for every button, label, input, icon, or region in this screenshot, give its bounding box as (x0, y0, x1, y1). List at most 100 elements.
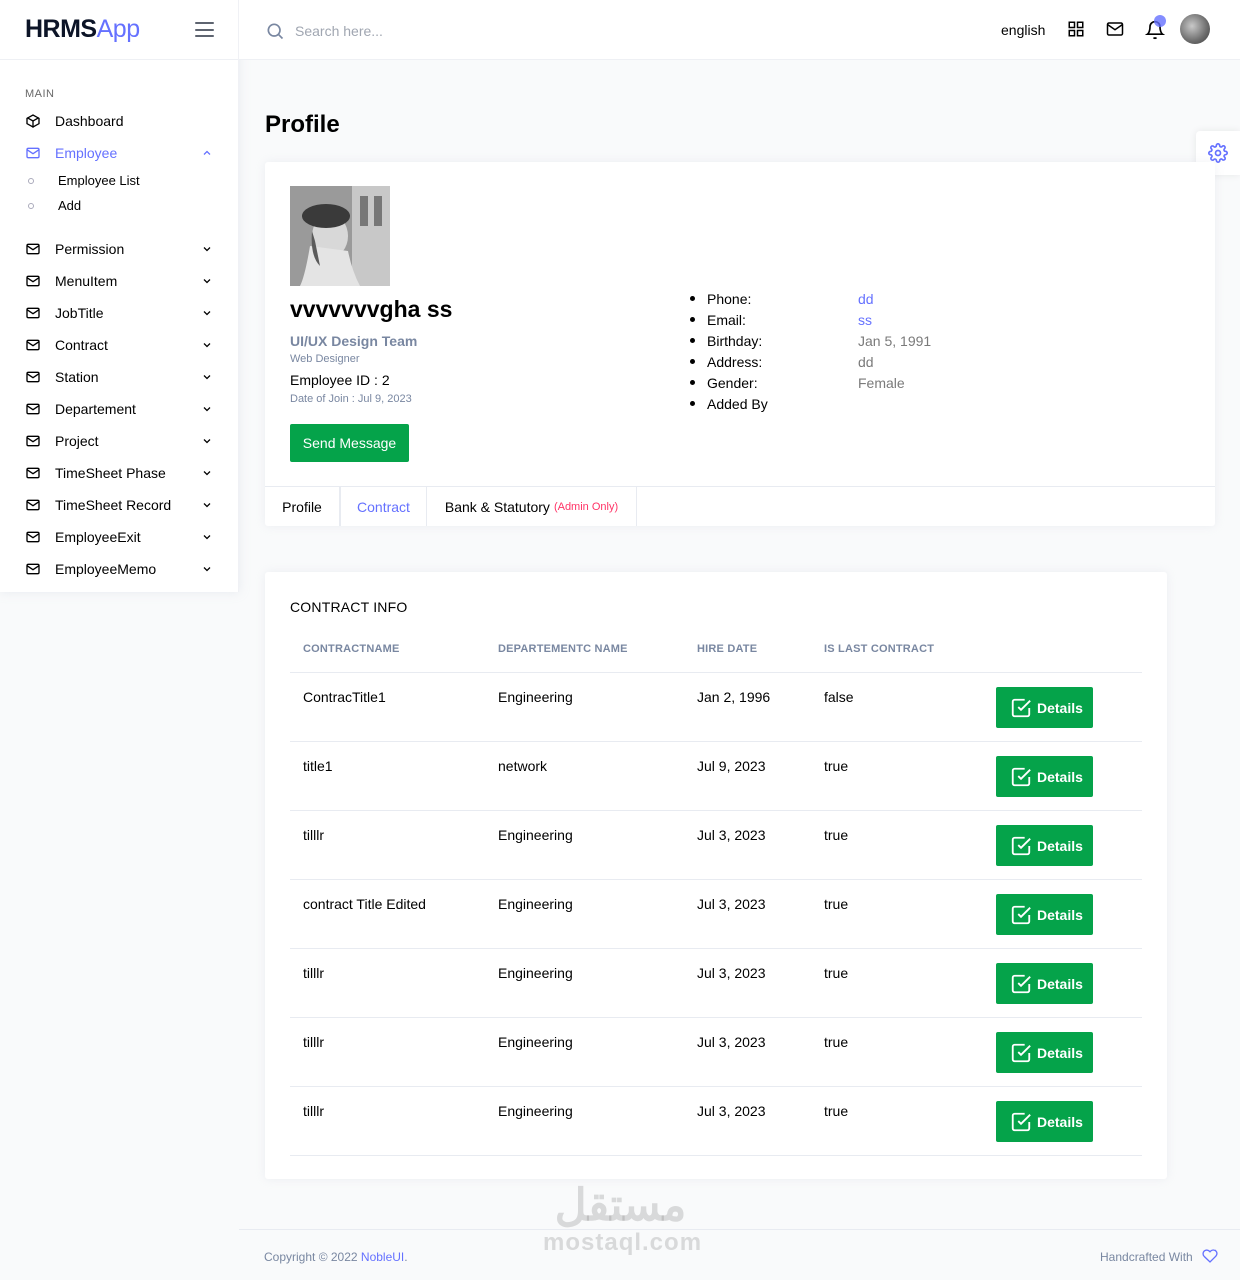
chevron-down-icon (203, 503, 211, 508)
info-key: Phone: (707, 290, 752, 307)
cell-hire-date: Jul 3, 2023 (697, 1103, 766, 1119)
sidebar-item-employee[interactable]: Employee (25, 142, 215, 164)
sidebar-subitem-employee-list[interactable]: Employee List (28, 173, 140, 188)
details-button[interactable]: Details (996, 687, 1093, 728)
sidebar-item-timesheet-phase[interactable]: TimeSheet Phase (25, 462, 215, 484)
sidebar-item-contract[interactable]: Contract (25, 334, 215, 356)
info-value-email[interactable]: ss (858, 312, 872, 328)
send-message-button[interactable]: Send Message (290, 424, 409, 462)
mail-icon (25, 561, 41, 577)
sidebar-subitem-label: Employee List (58, 173, 140, 188)
tab-contract[interactable]: Contract (340, 487, 427, 526)
details-button[interactable]: Details (996, 825, 1093, 866)
cell-is-last-contract: true (824, 896, 849, 912)
chevron-down-icon (203, 439, 211, 444)
info-value-gender: Female (858, 374, 905, 391)
cell-is-last-contract: true (824, 827, 849, 843)
cell-hire-date: Jul 3, 2023 (697, 1034, 766, 1050)
info-row-gender: Gender: Female (690, 372, 931, 393)
grid-icon[interactable] (1067, 20, 1085, 38)
bullet-icon (690, 317, 695, 322)
mail-icon (25, 369, 41, 385)
cell-contract-name: tilllr (303, 1103, 324, 1119)
brand-logo-part2[interactable]: App (97, 15, 140, 44)
info-row-email: Email: ss (690, 309, 931, 330)
cell-department: Engineering (498, 1034, 573, 1050)
mail-icon[interactable] (1105, 20, 1125, 38)
nobleui-link[interactable]: NobleUI (361, 1250, 404, 1264)
sidebar-subitem-add[interactable]: Add (28, 198, 81, 213)
cell-contract-name: title1 (303, 758, 333, 774)
user-avatar[interactable] (1180, 14, 1210, 44)
admin-only-badge: (Admin Only) (553, 500, 619, 513)
chevron-down-icon (203, 567, 211, 572)
menu-toggle-icon[interactable] (195, 22, 214, 37)
info-value-birthday: Jan 5, 1991 (858, 332, 932, 349)
tab-bank-statutory[interactable]: Bank & Statutory (Admin Only) (427, 487, 637, 526)
cell-is-last-contract: false (824, 689, 854, 705)
employee-role: Web Designer (290, 353, 360, 365)
details-button[interactable]: Details (996, 963, 1093, 1004)
bullet-icon (690, 338, 695, 343)
sidebar-item-label: Station (55, 369, 99, 385)
info-key: Email: (707, 311, 746, 328)
sidebar-item-jobtitle[interactable]: JobTitle (25, 302, 215, 324)
sidebar-item-project[interactable]: Project (25, 430, 215, 452)
table-row: ContracTitle1 Engineering Jan 2, 1996 false… (290, 673, 1142, 742)
search-input[interactable] (295, 20, 595, 42)
column-header-department: DEPARTEMENTC NAME (498, 643, 628, 655)
cell-contract-name: ContracTitle1 (303, 689, 386, 705)
table-row: tilllr Engineering Jul 3, 2023 true Details (290, 1087, 1142, 1156)
topbar: english (239, 0, 1240, 60)
footer: Copyright © 2022 NobleUI. Handcrafted Wi… (239, 1229, 1240, 1280)
sidebar-item-station[interactable]: Station (25, 366, 215, 388)
sidebar-item-label: Permission (55, 241, 125, 257)
contract-card: CONTRACT INFO CONTRACTNAME DEPARTEMENTC … (265, 572, 1167, 1179)
details-label: Details (1037, 1113, 1083, 1130)
info-value-address: dd (858, 353, 874, 370)
mail-icon (25, 529, 41, 545)
sidebar-item-timesheet-record[interactable]: TimeSheet Record (25, 494, 215, 516)
mail-icon (25, 337, 41, 353)
sidebar-item-departement[interactable]: Departement (25, 398, 215, 420)
info-value-phone[interactable]: dd (858, 291, 874, 307)
sidebar-subitem-label: Add (58, 198, 82, 213)
sidebar-item-employeeexit[interactable]: EmployeeExit (25, 526, 215, 548)
cell-contract-name: tilllr (303, 965, 324, 981)
sidebar: HRMS App MAIN Dashboard Employee Employee… (0, 0, 239, 592)
details-button[interactable]: Details (996, 1101, 1093, 1142)
details-button[interactable]: Details (996, 1032, 1093, 1073)
chevron-down-icon (203, 535, 211, 540)
cell-is-last-contract: true (824, 1103, 849, 1119)
cell-department: network (498, 758, 548, 774)
bullet-icon (690, 401, 695, 406)
cell-contract-name: tilllr (303, 827, 324, 843)
brand-logo-part1[interactable]: HRMS (25, 15, 97, 44)
tab-profile[interactable]: Profile (265, 487, 340, 526)
language-selector[interactable]: english (1001, 22, 1045, 38)
cell-hire-date: Jul 3, 2023 (697, 827, 766, 843)
details-label: Details (1037, 768, 1083, 785)
cell-department: Engineering (498, 965, 573, 981)
cell-is-last-contract: true (824, 965, 849, 981)
details-button[interactable]: Details (996, 756, 1093, 797)
cell-hire-date: Jul 3, 2023 (697, 896, 766, 912)
column-header-contract-name: CONTRACTNAME (303, 643, 400, 655)
chevron-down-icon (203, 311, 211, 316)
sidebar-item-label: Contract (55, 337, 108, 353)
chevron-down-icon (203, 375, 211, 380)
sidebar-item-dashboard[interactable]: Dashboard (25, 110, 215, 132)
details-button[interactable]: Details (996, 894, 1093, 935)
bullet-icon (28, 177, 34, 184)
sidebar-item-label: EmployeeExit (55, 529, 141, 545)
info-row-birthday: Birthday: Jan 5, 1991 (690, 330, 931, 351)
chevron-down-icon (203, 279, 211, 284)
table-row: contract Title Edited Engineering Jul 3, 2… (290, 880, 1142, 949)
check-square-icon (1011, 905, 1031, 924)
info-row-address: Address: dd (690, 351, 931, 372)
sidebar-item-label: JobTitle (55, 305, 104, 321)
sidebar-item-permission[interactable]: Permission (25, 238, 215, 260)
sidebar-item-menuitem[interactable]: MenuItem (25, 270, 215, 292)
cell-is-last-contract: true (824, 758, 849, 774)
sidebar-item-employeememo[interactable]: EmployeeMemo (25, 558, 215, 580)
